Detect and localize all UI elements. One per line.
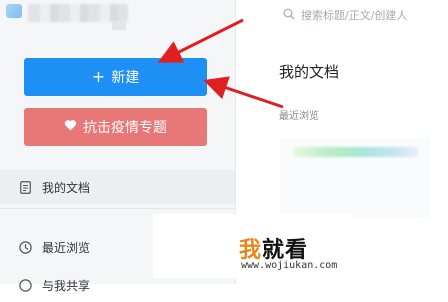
document-icon bbox=[12, 180, 38, 194]
watermark: 我就看 www.wojiukan.com bbox=[153, 214, 353, 278]
divider bbox=[0, 208, 235, 209]
sidebar-item-label: 我的文档 bbox=[42, 180, 91, 195]
page-title: 我的文档 bbox=[279, 63, 340, 81]
username-blurred bbox=[28, 4, 128, 22]
recent-section-label: 最近浏览 bbox=[279, 111, 319, 122]
watermark-url: www.wojiukan.com bbox=[241, 260, 338, 271]
search-box[interactable]: 搜索标题/正文/创建人 bbox=[283, 4, 443, 26]
sidebar-item-label: 与我共享 bbox=[42, 278, 91, 293]
covid-topic-button[interactable]: 抗击疫情专题 bbox=[24, 108, 207, 146]
new-button-label: 新建 bbox=[111, 70, 140, 86]
covid-topic-label: 抗击疫情专题 bbox=[83, 120, 167, 136]
share-icon bbox=[12, 278, 38, 292]
avatar[interactable] bbox=[6, 4, 22, 18]
search-input[interactable]: 搜索标题/正文/创建人 bbox=[301, 7, 407, 23]
search-icon bbox=[283, 8, 295, 23]
user-info-blurred bbox=[112, 22, 126, 30]
heart-icon bbox=[64, 119, 77, 135]
recent-doc-title-blurred bbox=[294, 147, 418, 157]
sidebar-item-my-docs[interactable]: 我的文档 bbox=[0, 170, 235, 204]
plus-icon: + bbox=[91, 67, 106, 86]
sidebar-item-label: 最近浏览 bbox=[42, 240, 91, 255]
new-button[interactable]: + 新建 bbox=[24, 58, 207, 96]
clock-icon bbox=[12, 240, 38, 254]
